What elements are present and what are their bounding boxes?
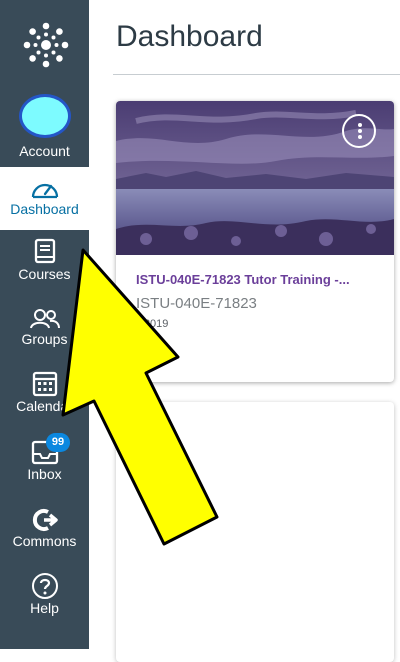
nav-commons[interactable]: Commons [0,507,89,565]
commons-icon [32,509,58,531]
nav-calendar[interactable]: Calendar [0,370,89,428]
nav-help[interactable]: Help [0,572,89,630]
nav-calendar-label: Calendar [16,398,73,414]
nav-inbox[interactable]: 99 Inbox [0,433,89,498]
nav-commons-label: Commons [12,533,77,549]
inbox-unread-badge: 99 [46,433,70,452]
nav-account[interactable]: Account [0,94,89,164]
card-options-menu-icon[interactable] [342,114,376,148]
header-divider [113,74,400,75]
calendar-icon [32,371,57,397]
nav-dashboard-label: Dashboard [10,201,79,217]
course-card-placeholder [116,402,394,662]
nav-groups-label: Groups [21,331,68,347]
course-term: ll 2019 [136,318,169,330]
nav-groups[interactable]: Groups [0,307,89,365]
course-card[interactable]: ISTU-040E-71823 Tutor Training -... ISTU… [116,101,394,382]
nav-inbox-label: Inbox [27,466,62,482]
nav-help-label: Help [30,600,59,616]
courses-book-icon [34,238,55,264]
canvas-logo-icon[interactable] [23,22,69,68]
avatar [18,94,71,138]
nav-courses-label: Courses [18,266,71,282]
nav-dashboard[interactable]: Dashboard [0,167,89,230]
nav-courses[interactable]: Courses [0,238,89,296]
page-title: Dashboard [116,20,263,53]
course-code: ISTU-040E-71823 [136,295,257,312]
nav-account-label: Account [19,143,70,159]
help-question-icon [31,573,58,599]
dashboard-gauge-icon [31,183,58,199]
global-nav-sidebar: Account Dashboard Courses Groups Calenda… [0,0,89,649]
course-title[interactable]: ISTU-040E-71823 Tutor Training -... [136,272,386,287]
groups-people-icon [29,309,60,329]
